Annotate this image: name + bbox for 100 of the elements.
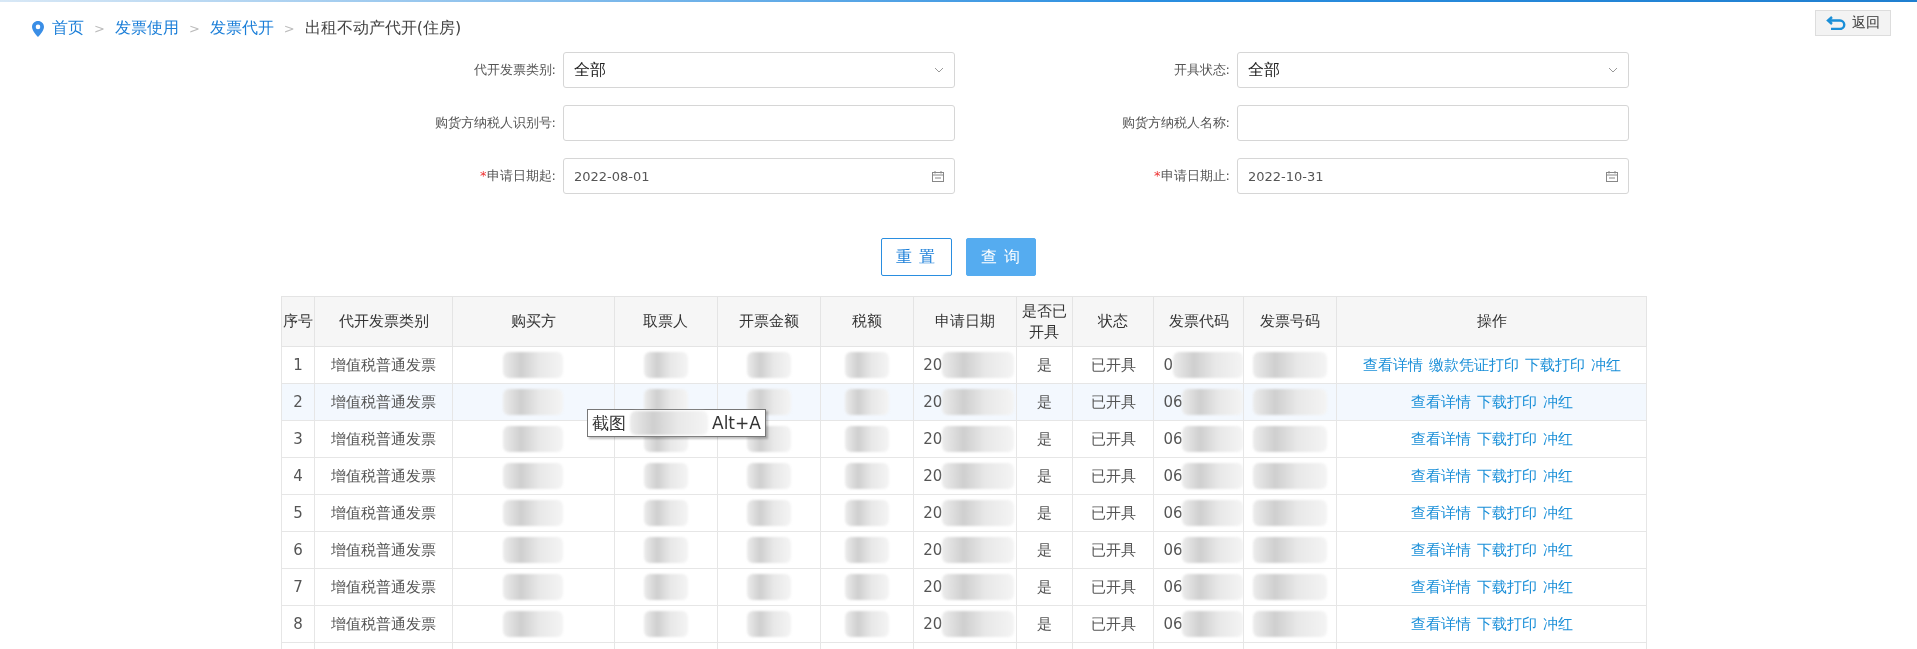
location-pin-icon: [32, 20, 44, 37]
action-link[interactable]: 下载打印: [1476, 429, 1537, 449]
table-cell: 20: [923, 393, 943, 411]
input-field[interactable]: 全部: [1237, 52, 1629, 88]
table-cell: 8: [281, 605, 315, 643]
table-cell: 增值税普通发票: [314, 531, 453, 569]
query-button[interactable]: 查 询: [965, 238, 1036, 276]
input-field[interactable]: [1237, 105, 1629, 141]
input-field[interactable]: 全部: [563, 52, 955, 88]
table-cell: 是: [1016, 494, 1073, 532]
redacted-block: [643, 352, 688, 378]
action-link[interactable]: 下载打印: [1524, 355, 1585, 375]
action-link[interactable]: 查看详情: [1410, 392, 1471, 412]
column-header: 是否已开具: [1016, 296, 1073, 347]
redacted-block: [503, 611, 564, 637]
chevron-down-icon: [1608, 67, 1618, 73]
action-link[interactable]: 冲红: [1542, 614, 1573, 634]
breadcrumb-link[interactable]: 首页: [52, 18, 84, 39]
redacted-block: [1182, 426, 1243, 452]
table-cell: 是: [1016, 531, 1073, 569]
redacted-block: [1182, 463, 1243, 489]
action-link[interactable]: 缴款凭证打印: [1428, 355, 1519, 375]
action-link[interactable]: 下载打印: [1476, 614, 1537, 634]
action-link[interactable]: 冲红: [1590, 355, 1621, 375]
redacted-block: [643, 574, 688, 600]
chevron-down-icon: [934, 67, 944, 73]
breadcrumb-link[interactable]: 发票使用: [114, 18, 179, 39]
redacted-block: [844, 574, 889, 600]
redacted-block: [643, 611, 688, 637]
input-field[interactable]: [563, 105, 955, 141]
redacted-block: [1182, 389, 1243, 415]
action-link[interactable]: 冲红: [1542, 466, 1573, 486]
table-cell: 是: [1016, 420, 1073, 458]
action-link[interactable]: 查看详情: [1410, 614, 1471, 634]
action-link[interactable]: 冲红: [1542, 577, 1573, 597]
redacted-block: [746, 537, 791, 563]
table-cell: 是: [1016, 605, 1073, 643]
return-arrow-icon: [1826, 16, 1846, 30]
table-cell: 20: [923, 504, 943, 522]
redacted-block: [844, 537, 889, 563]
action-link[interactable]: 查看详情: [1410, 577, 1471, 597]
table-cell: 20: [923, 615, 943, 633]
action-link[interactable]: 查看详情: [1410, 503, 1471, 523]
redacted-block: [1182, 574, 1243, 600]
table-cell: 7: [281, 568, 315, 606]
action-link[interactable]: 冲红: [1542, 429, 1573, 449]
table-cell: 5: [281, 494, 315, 532]
field-label: 购货方纳税人名称:: [1120, 114, 1231, 132]
action-link[interactable]: 下载打印: [1476, 466, 1537, 486]
breadcrumb-separator: >: [188, 21, 200, 36]
redacted-block: [503, 500, 564, 526]
table-cell: 4: [281, 457, 315, 495]
redacted-block: [643, 537, 688, 563]
breadcrumb-link[interactable]: 发票代开: [209, 18, 274, 39]
field-label: 开具状态:: [1172, 61, 1231, 79]
action-link[interactable]: 查看详情: [1410, 429, 1471, 449]
table-cell: 已开具: [1072, 494, 1154, 532]
reset-button[interactable]: 重 置: [881, 238, 952, 276]
table-cell: 是: [1016, 457, 1073, 495]
field-label: *申请日期止:: [1153, 167, 1231, 185]
action-link[interactable]: 冲红: [1542, 503, 1573, 523]
table-cell: 20: [923, 467, 943, 485]
table-cell: 是: [1016, 383, 1073, 421]
action-link[interactable]: 查看详情: [1362, 355, 1423, 375]
redacted-block: [1182, 537, 1243, 563]
redacted-block: [746, 463, 791, 489]
table-cell: 增值税普通发票: [314, 568, 453, 606]
field-label: 购货方纳税人识别号:: [433, 114, 557, 132]
column-header: 取票人: [614, 296, 718, 347]
column-header: 序号: [281, 296, 315, 347]
column-header: 税额: [820, 296, 914, 347]
breadcrumb-current: 出租不动产代开(住房): [304, 18, 462, 39]
input-field[interactable]: 2022-08-01: [563, 158, 955, 194]
column-header: 状态: [1072, 296, 1154, 347]
calendar-icon: [1606, 170, 1618, 182]
table-cell: 6: [281, 531, 315, 569]
back-button[interactable]: 返回: [1815, 10, 1891, 36]
redacted-block: [844, 611, 889, 637]
redacted-block: [844, 389, 889, 415]
redacted-block: [503, 537, 564, 563]
redacted-block: [746, 574, 791, 600]
table-cell: 已开具: [1072, 420, 1154, 458]
breadcrumb-separator: >: [94, 21, 105, 36]
table-cell: 增值税普通发票: [314, 457, 453, 495]
table-cell: 06: [1163, 393, 1183, 411]
action-link[interactable]: 查看详情: [1410, 540, 1471, 560]
action-link[interactable]: 下载打印: [1476, 540, 1537, 560]
action-link[interactable]: 冲红: [1542, 540, 1573, 560]
action-link[interactable]: 冲红: [1542, 392, 1573, 412]
redacted-block: [503, 426, 564, 452]
action-link[interactable]: 下载打印: [1476, 503, 1537, 523]
action-link[interactable]: 下载打印: [1476, 577, 1537, 597]
column-header: 购买方: [452, 296, 615, 347]
input-field[interactable]: 2022-10-31: [1237, 158, 1629, 194]
column-header: 申请日期: [913, 296, 1017, 347]
action-link[interactable]: 查看详情: [1410, 466, 1471, 486]
redacted-block: [746, 500, 791, 526]
action-link[interactable]: 下载打印: [1476, 392, 1537, 412]
table-cell: 1: [281, 346, 315, 384]
redacted-block: [844, 463, 889, 489]
